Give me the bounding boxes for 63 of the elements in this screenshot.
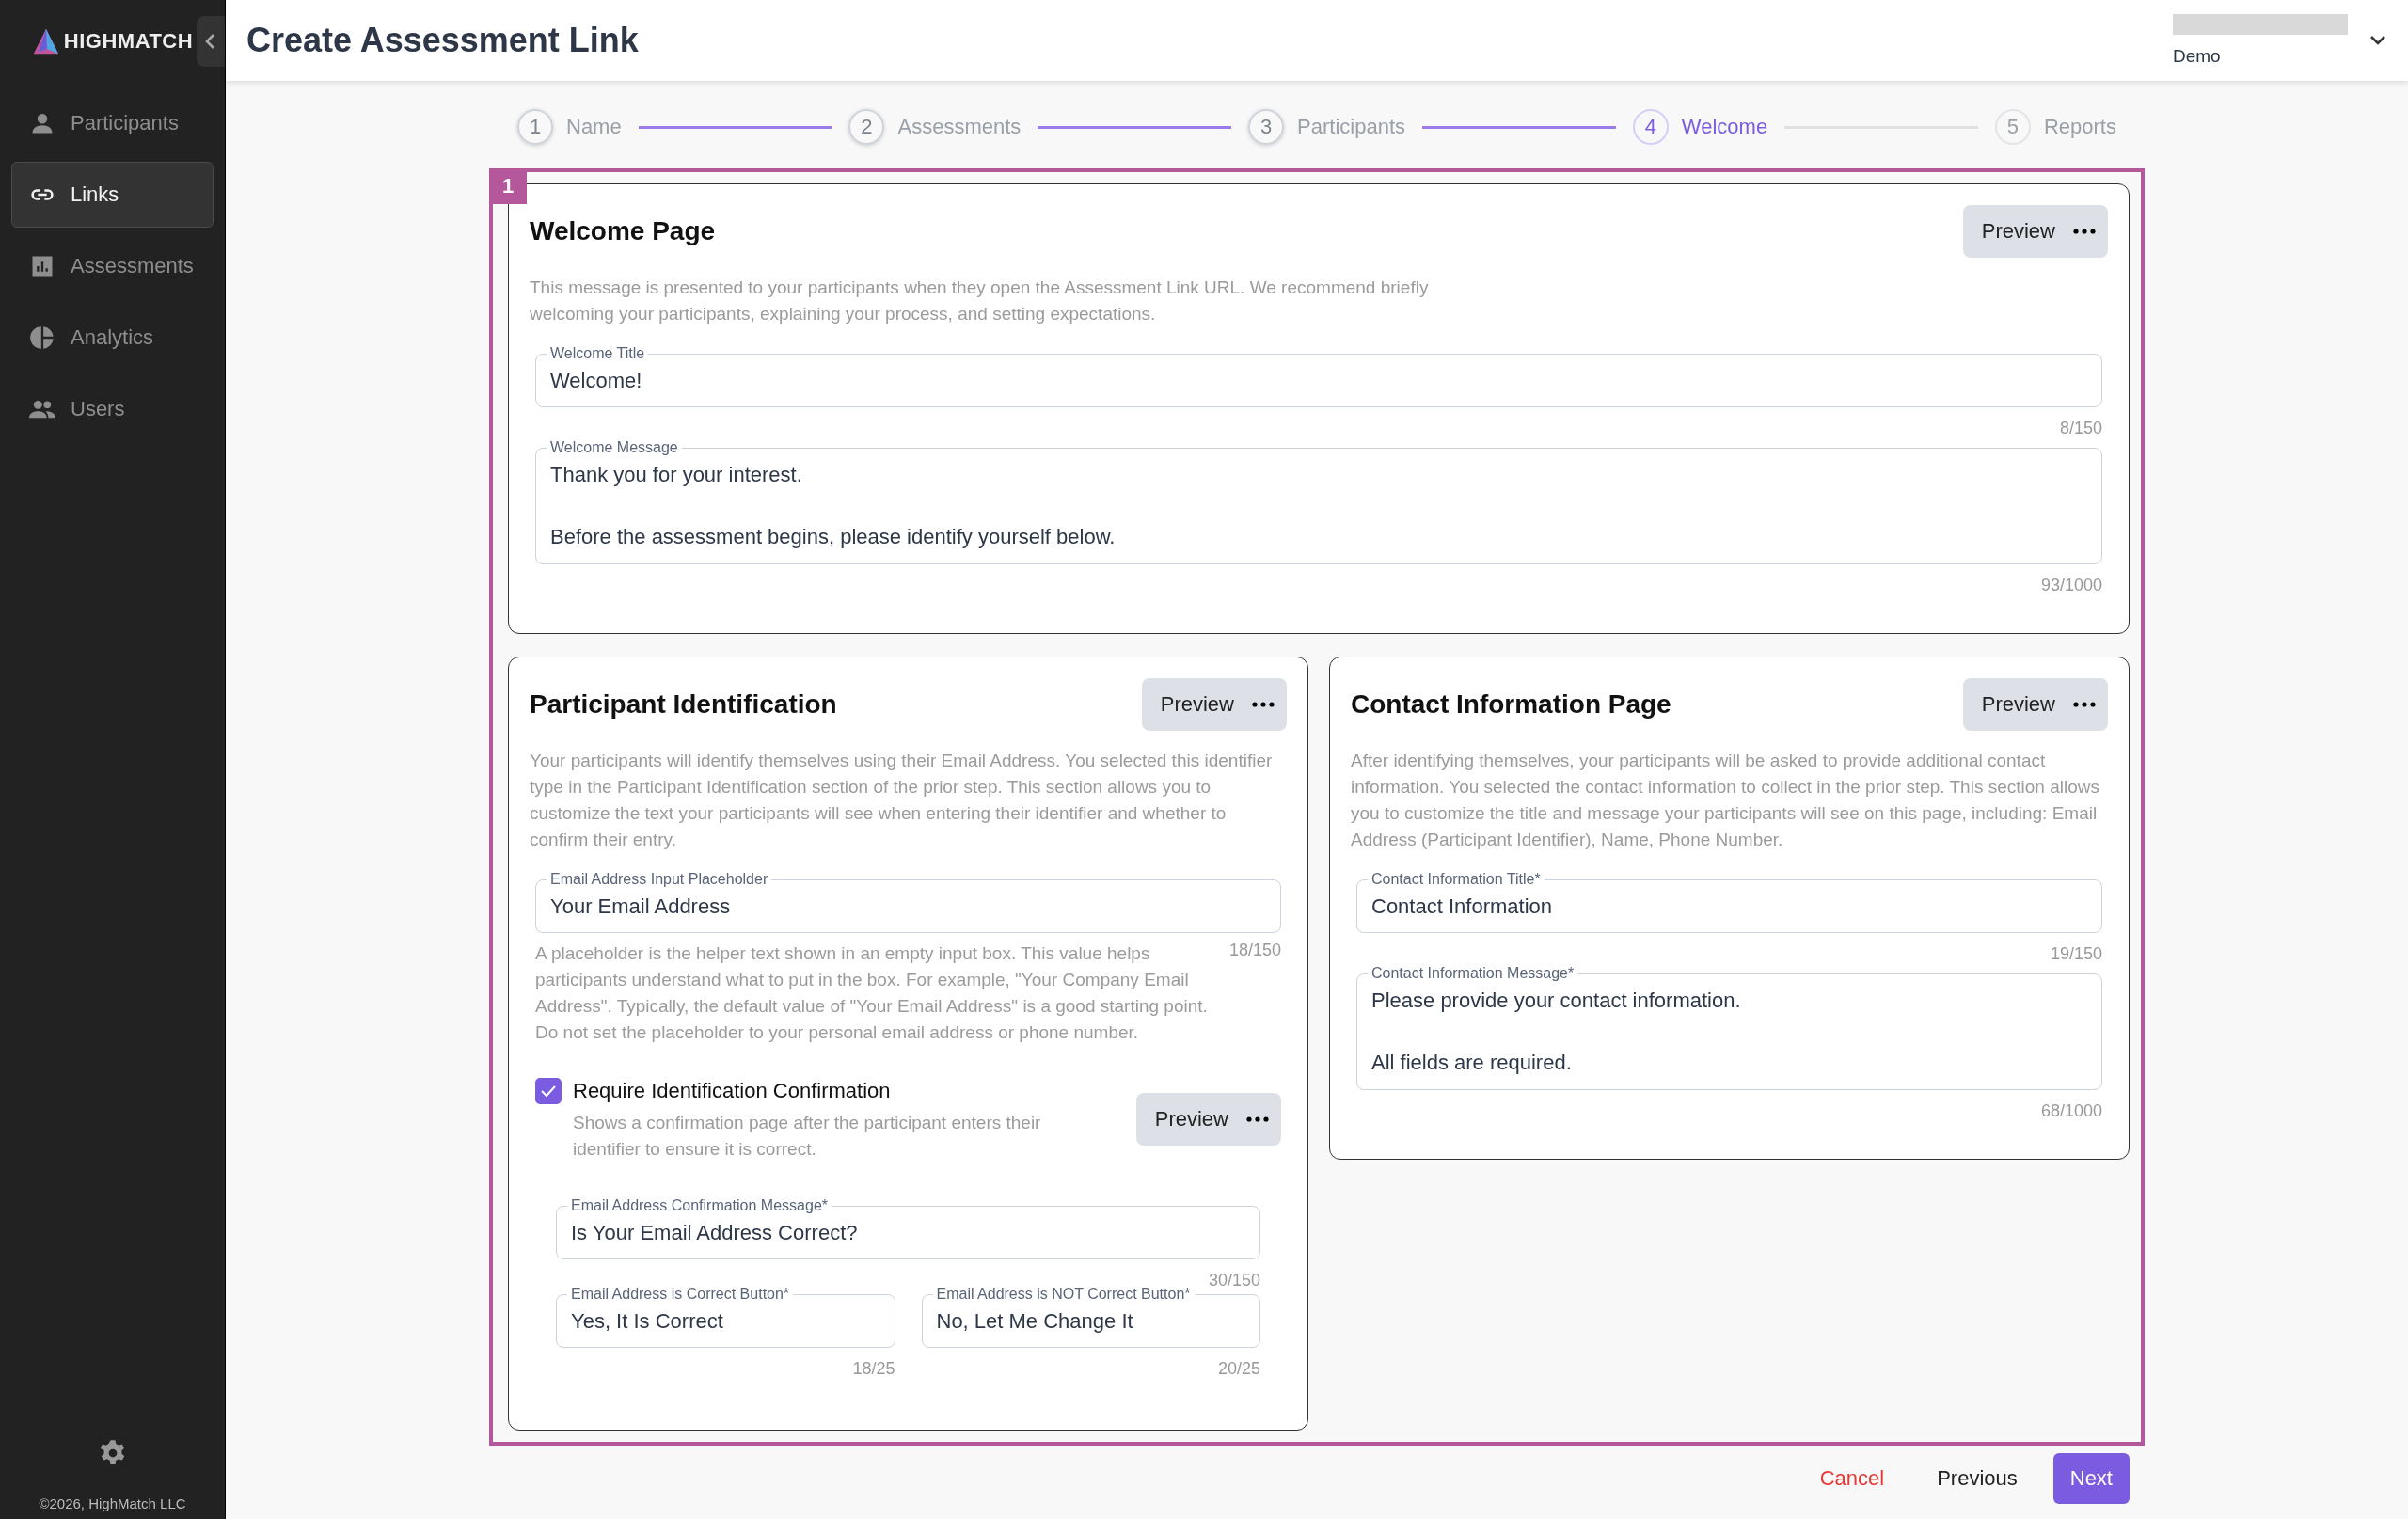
character-counter: 93/1000 [2039, 576, 2102, 595]
field-label: Email Address Confirmation Message* [567, 1198, 832, 1213]
cancel-button[interactable]: Cancel [1802, 1453, 1902, 1504]
field-label: Contact Information Title* [1368, 872, 1545, 887]
text-area[interactable]: Thank you for your interest. Before the assessment begins, please identify yourself below. [537, 455, 2100, 562]
sidebar-item[interactable]: Participants [11, 90, 214, 156]
more-options-icon[interactable] [2072, 228, 2097, 235]
character-counter: 20/25 [1216, 1359, 1260, 1379]
check-icon [540, 1084, 557, 1098]
input-field[interactable]: Welcome! [537, 361, 2100, 405]
card-description: Your participants will identify themselves using their Email Address. You selected this identifier type in the Participant Identification section of the prior step. This section allows you to customize the text your participants will see when entering their identifier and whether to confirm their entry. [530, 750, 1274, 851]
sidebar-item[interactable]: Users [11, 376, 214, 442]
step[interactable]: 3 Participants [1248, 109, 1406, 145]
collapse-button[interactable] [197, 16, 225, 67]
more-options-icon[interactable] [2072, 701, 2097, 708]
input-field[interactable]: Contact Information [1358, 887, 2100, 931]
field-label: Email Address Input Placeholder [547, 872, 772, 887]
card-description: This message is presented to your participants when they open the Assessment Link URL. We recommend briefly welcoming your participants, explaining your process, and setting expectations. [530, 277, 1430, 325]
character-counter: 8/150 [2058, 419, 2102, 438]
character-counter: 30/150 [1207, 1271, 1260, 1290]
copyright-text: ©2026, HighMatch LLC [39, 1495, 186, 1511]
more-options-icon[interactable] [1251, 701, 1275, 708]
checkbox[interactable] [535, 1078, 562, 1104]
field-label: Welcome Title [547, 346, 649, 361]
account-name: Demo [2173, 46, 2222, 67]
input-field[interactable]: Your Email Address [537, 887, 1279, 931]
next-button[interactable]: Next [2052, 1453, 2130, 1504]
input-field[interactable]: No, Let Me Change It [923, 1302, 1259, 1346]
field-label: Email Address is Correct Button* [567, 1287, 794, 1302]
character-counter: 18/25 [851, 1359, 895, 1379]
preview-button[interactable]: Preview [1160, 692, 1234, 717]
field-label: Welcome Message [547, 440, 682, 455]
input-field[interactable]: Yes, It Is Correct [558, 1302, 894, 1346]
field-label: Contact Information Message* [1368, 966, 1578, 981]
step[interactable]: 1 Name [517, 109, 622, 145]
character-counter: 68/1000 [2039, 1101, 2102, 1121]
step[interactable]: 2 Assessments [848, 109, 1022, 145]
previous-button[interactable]: Previous [1920, 1453, 2035, 1504]
pie-chart-icon [29, 324, 55, 351]
page-title: Create Assessment Link [246, 21, 639, 60]
input-field[interactable]: Is Your Email Address Correct? [558, 1213, 1259, 1258]
character-counter: 18/150 [1228, 941, 1281, 961]
preview-button[interactable]: Preview [1981, 219, 2055, 244]
sidebar-item[interactable]: Assessments [11, 233, 214, 299]
preview-button[interactable]: Preview [1154, 1107, 1228, 1131]
text-area[interactable]: Please provide your contact information. All fields are required. [1358, 981, 2100, 1088]
more-options-icon[interactable] [1245, 1116, 1270, 1123]
card-title: Contact Information Page [1351, 689, 1671, 720]
card-title: Welcome Page [530, 216, 716, 246]
sidebar-item[interactable]: Analytics [11, 305, 214, 371]
field-label: Email Address is NOT Correct Button* [932, 1287, 1195, 1302]
step[interactable]: 4 Welcome [1632, 109, 1768, 145]
sidebar-item[interactable]: Links [11, 162, 214, 228]
settings-icon[interactable] [98, 1439, 127, 1467]
chevron-down-icon[interactable] [2368, 34, 2387, 47]
card-title: Participant Identification [530, 689, 837, 720]
character-counter: 19/150 [2049, 944, 2102, 964]
checkbox-label: Require Identification Confirmation [573, 1079, 891, 1103]
preview-button[interactable]: Preview [1981, 692, 2055, 717]
card-description: After identifying themselves, your participants will be asked to provide additional contact information. You selected the contact information to collect in the prior step. This section allows you to customize the title and message your participants will see on this page, including: Email Address (Participant Identifier), Name, Phone Number. [1351, 750, 2100, 851]
helper-text: A placeholder is the helper text shown in an empty input box. This value helps participants understand what to put in the box. For example, "Your Company Email Address". Typically, the default value of "Your Email Address" is a good starting point. Do not set the placeholder to your personal email address or phone number. [535, 942, 1209, 1044]
option-description: Shows a confirmation page after the participant enters their identifier to ensure it is correct. [573, 1112, 1042, 1161]
logo-text: HIGHMATCH [63, 29, 194, 54]
